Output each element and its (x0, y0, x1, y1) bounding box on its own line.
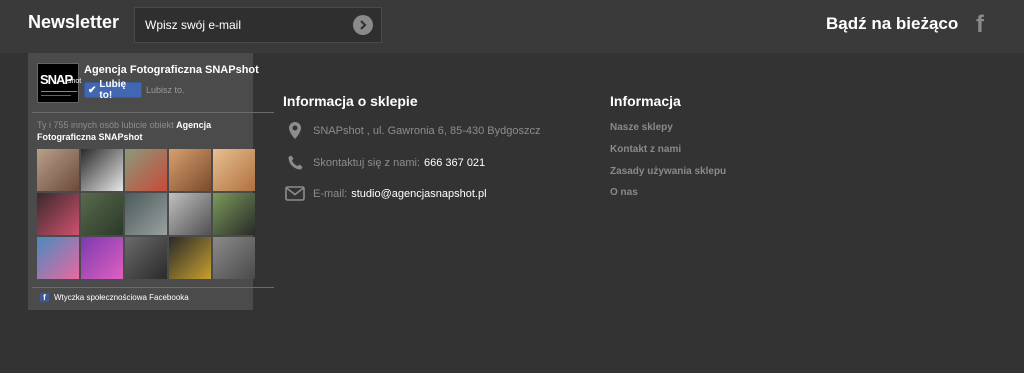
avatar-image (169, 237, 211, 279)
avatar-image (125, 237, 167, 279)
avatar-image (169, 149, 211, 191)
newsletter-bar: Newsletter Bądź na bieżąco f (0, 0, 1024, 53)
avatar-image (213, 193, 255, 235)
fan-avatar[interactable] (81, 237, 123, 279)
plugin-label: Wtyczka społecznościowa Facebooka (54, 293, 189, 302)
check-icon: ✔ (88, 84, 97, 96)
facebook-like-box: SNAP shot Agencja Fotograficzna SNAPshot… (28, 53, 274, 310)
page-logo[interactable]: SNAP shot (37, 63, 82, 103)
envelope-icon (285, 186, 305, 201)
avatar-image (213, 237, 255, 279)
info-title: Informacja (610, 93, 681, 109)
avatar-image (169, 193, 211, 235)
store-info-title: Informacja o sklepie (283, 93, 418, 109)
phone-label: Skontaktuj się z nami: (313, 156, 420, 169)
email-row: E-mail: studio@agencjasnapshot.pl (285, 186, 487, 201)
social-title: Bądź na bieżąco (826, 14, 959, 33)
chevron-right-icon (360, 20, 367, 30)
email-label: E-mail: (313, 187, 348, 200)
fan-avatar[interactable] (169, 149, 211, 191)
like-status: Lubisz to. (146, 85, 185, 95)
logo-suffix: shot (68, 78, 82, 85)
fan-avatar[interactable] (169, 193, 211, 235)
avatar-image (213, 149, 255, 191)
avatar-image (37, 193, 79, 235)
fan-faces-grid (37, 149, 257, 281)
avatar-image (81, 237, 123, 279)
fan-avatar[interactable] (213, 237, 255, 279)
newsletter-form (134, 7, 382, 43)
facebook-plugin-footer[interactable]: f Wtyczka społecznościowa Facebooka (40, 293, 189, 302)
address-text: SNAPshot , ul. Gawronia 6, 85-430 Bydgos… (313, 124, 541, 137)
like-button[interactable]: ✔ Lubię to! (84, 79, 142, 101)
fan-avatar[interactable] (81, 149, 123, 191)
avatar-image (37, 149, 79, 191)
fan-avatar[interactable] (169, 237, 211, 279)
divider (32, 112, 274, 113)
fan-avatar[interactable] (125, 193, 167, 235)
fan-avatar[interactable] (37, 237, 79, 279)
fan-avatar[interactable] (37, 149, 79, 191)
avatar-image (125, 193, 167, 235)
phone-row: Skontaktuj się z nami: 666 367 021 (285, 155, 485, 170)
likes-count: Ty i 755 innych osób lubicie obiekt Agen… (37, 119, 251, 143)
address-row: SNAPshot , ul. Gawronia 6, 85-430 Bydgos… (285, 122, 540, 139)
avatar-image (81, 149, 123, 191)
newsletter-submit-button[interactable] (353, 15, 373, 35)
avatar-image (125, 149, 167, 191)
fan-avatar[interactable] (125, 149, 167, 191)
fan-avatar[interactable] (81, 193, 123, 235)
page-name-link[interactable]: Agencja Fotograficzna SNAPshot (84, 64, 259, 76)
avatar-image (37, 237, 79, 279)
newsletter-email-input[interactable] (145, 17, 345, 33)
email-link[interactable]: studio@agencjasnapshot.pl (351, 188, 486, 200)
phone-number[interactable]: 666 367 021 (424, 157, 485, 169)
fan-avatar[interactable] (213, 193, 255, 235)
phone-icon (285, 155, 305, 170)
logo-rule (41, 95, 71, 96)
fan-avatar[interactable] (213, 149, 255, 191)
newsletter-title: Newsletter (28, 12, 120, 32)
link-o-nas[interactable]: O nas (610, 187, 638, 198)
map-pin-icon (285, 122, 305, 139)
link-zasady[interactable]: Zasady używania sklepu (610, 166, 726, 177)
logo-rule (41, 91, 77, 92)
link-kontakt[interactable]: Kontakt z nami (610, 144, 681, 155)
likes-count-prefix: Ty i 755 innych osób lubicie obiekt (37, 120, 177, 130)
link-nasze-sklepy[interactable]: Nasze sklepy (610, 122, 673, 133)
divider (32, 287, 274, 288)
facebook-icon: f (40, 293, 49, 302)
like-button-label: Lubię to! (99, 79, 127, 101)
fan-avatar[interactable] (37, 193, 79, 235)
facebook-icon[interactable]: f (976, 11, 984, 39)
fan-avatar[interactable] (125, 237, 167, 279)
avatar-image (81, 193, 123, 235)
